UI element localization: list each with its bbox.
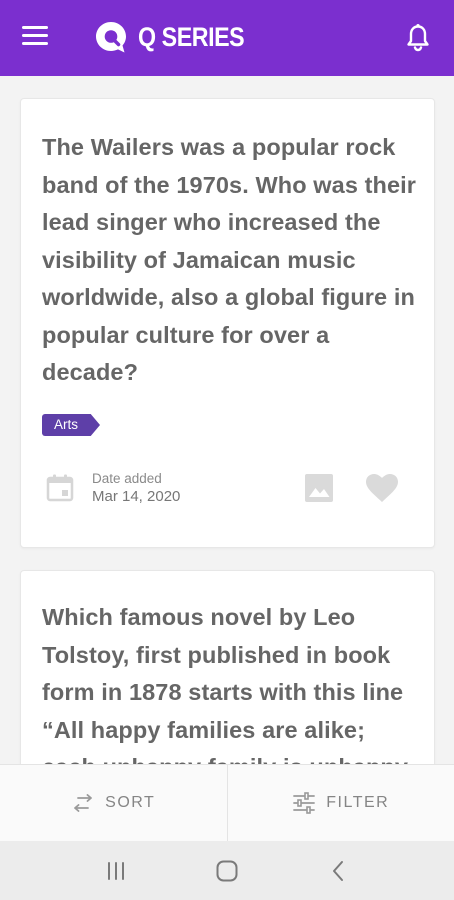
app-title: Q SERIES — [138, 21, 245, 52]
question-card[interactable]: The Wailers was a popular rock band of t… — [20, 98, 435, 548]
sort-filter-bar: SORT FILTER — [0, 764, 454, 841]
date-added-value: Mar 14, 2020 — [92, 488, 181, 505]
home-icon[interactable] — [207, 856, 247, 886]
date-added-label: Date added — [92, 471, 162, 486]
filter-label: FILTER — [326, 794, 390, 811]
sliders-icon — [293, 792, 316, 814]
question-text: The Wailers was a popular rock band of t… — [42, 134, 417, 385]
swap-arrows-icon — [74, 794, 93, 812]
category-tag[interactable]: Arts — [42, 414, 101, 436]
hamburger-menu-icon[interactable] — [22, 26, 48, 50]
app-logo: Q SERIES — [94, 20, 262, 54]
sort-label: SORT — [105, 794, 156, 811]
question-feed[interactable]: The Wailers was a popular rock band of t… — [0, 76, 454, 764]
calendar-icon — [46, 474, 74, 502]
recent-apps-icon[interactable] — [96, 856, 136, 886]
bell-icon[interactable] — [404, 23, 432, 53]
question-card[interactable]: Which famous novel by Leo Tolstoy, first… — [20, 570, 435, 764]
q-logo-icon — [96, 22, 126, 53]
back-icon[interactable] — [318, 856, 358, 886]
question-text: Which famous novel by Leo Tolstoy, first… — [42, 604, 408, 764]
filter-button[interactable]: FILTER — [226, 765, 454, 841]
image-icon[interactable] — [303, 472, 335, 504]
app-bar: Q SERIES — [0, 0, 454, 76]
system-navigation-bar — [0, 841, 454, 900]
heart-icon[interactable] — [365, 473, 399, 503]
sort-button[interactable]: SORT — [0, 765, 227, 841]
